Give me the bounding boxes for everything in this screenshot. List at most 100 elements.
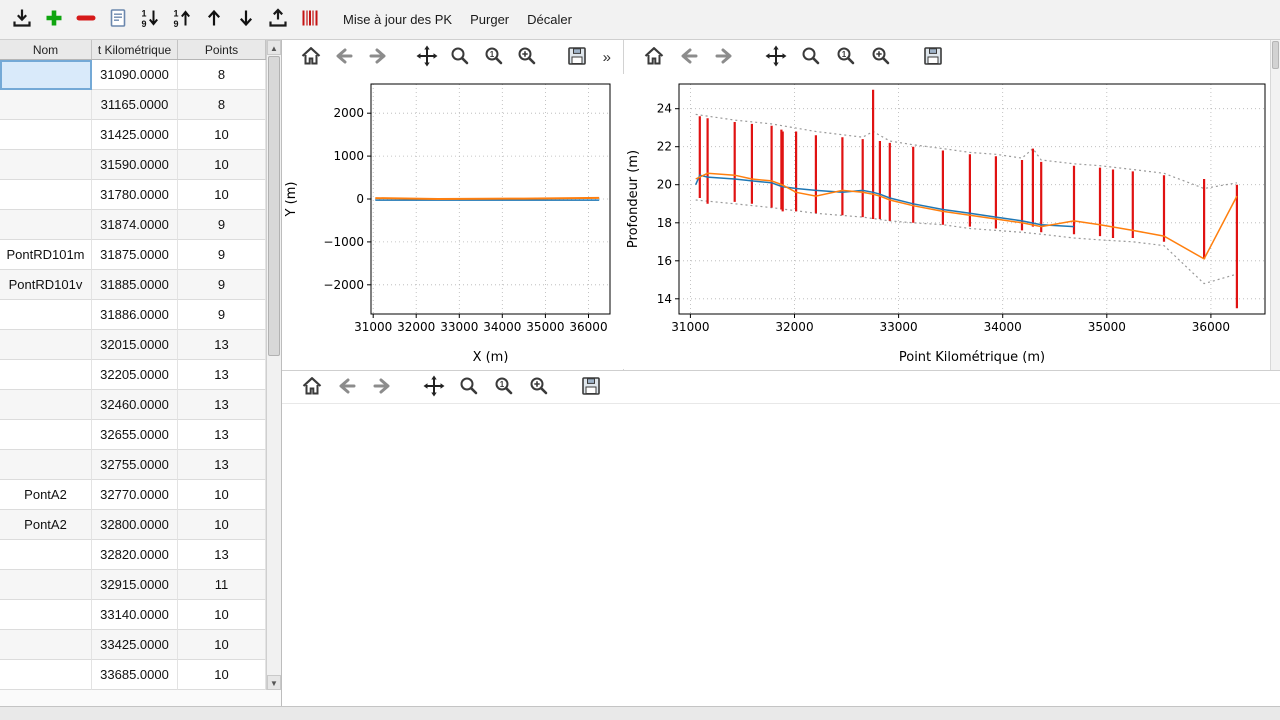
scrollbar-thumb[interactable] <box>268 56 280 356</box>
points-cell[interactable]: 10 <box>178 510 266 540</box>
nom-cell[interactable] <box>0 570 92 600</box>
points-cell[interactable]: 10 <box>178 180 266 210</box>
home-button[interactable] <box>298 373 326 401</box>
export-button[interactable] <box>262 4 294 36</box>
sort-ascending-button[interactable]: 19 <box>166 4 198 36</box>
scroll-up-icon[interactable]: ▲ <box>267 40 281 55</box>
table-row[interactable]: 31090.00008 <box>0 60 266 90</box>
forward-button[interactable] <box>364 43 390 71</box>
zoom-original-button[interactable]: 1 <box>490 373 518 401</box>
move-down-button[interactable] <box>230 4 262 36</box>
back-button[interactable] <box>331 43 357 71</box>
pk-cell[interactable]: 31165.0000 <box>92 90 178 120</box>
points-cell[interactable]: 9 <box>178 270 266 300</box>
table-row[interactable]: 31780.000010 <box>0 180 266 210</box>
zoom-original-button[interactable]: 1 <box>832 43 860 71</box>
table-row[interactable]: 31874.00009 <box>0 210 266 240</box>
decaler-button[interactable]: Décaler <box>518 7 581 32</box>
table-row[interactable]: 31425.000010 <box>0 120 266 150</box>
table-row[interactable]: PontRD101m31875.00009 <box>0 240 266 270</box>
zoom-rect-button[interactable] <box>514 43 540 71</box>
pk-cell[interactable]: 32755.0000 <box>92 450 178 480</box>
nom-cell[interactable] <box>0 660 92 690</box>
pk-cell[interactable]: 31874.0000 <box>92 210 178 240</box>
points-cell[interactable]: 10 <box>178 600 266 630</box>
points-cell[interactable]: 10 <box>178 120 266 150</box>
home-button[interactable] <box>640 43 668 71</box>
nom-cell[interactable] <box>0 300 92 330</box>
save-button[interactable] <box>577 373 605 401</box>
forward-button[interactable] <box>368 373 396 401</box>
pk-cell[interactable]: 31425.0000 <box>92 120 178 150</box>
table-row[interactable]: 32915.000011 <box>0 570 266 600</box>
nom-cell[interactable] <box>0 120 92 150</box>
table-row[interactable]: PontRD101v31885.00009 <box>0 270 266 300</box>
table-row[interactable]: 31165.00008 <box>0 90 266 120</box>
nom-cell[interactable] <box>0 450 92 480</box>
points-cell[interactable]: 10 <box>178 630 266 660</box>
column-header-point-kilometrique[interactable]: t Kilométrique <box>92 40 178 59</box>
scrollbar-track[interactable] <box>267 55 281 675</box>
pk-cell[interactable]: 31875.0000 <box>92 240 178 270</box>
zoom-button[interactable] <box>797 43 825 71</box>
nom-cell[interactable] <box>0 90 92 120</box>
pk-cell[interactable]: 32205.0000 <box>92 360 178 390</box>
pk-cell[interactable]: 32655.0000 <box>92 420 178 450</box>
points-cell[interactable]: 13 <box>178 420 266 450</box>
points-cell[interactable]: 9 <box>178 300 266 330</box>
points-cell[interactable]: 13 <box>178 540 266 570</box>
selected-cell[interactable] <box>0 60 92 90</box>
nom-cell[interactable]: PontRD101v <box>0 270 92 300</box>
nom-cell[interactable] <box>0 420 92 450</box>
points-cell[interactable]: 10 <box>178 150 266 180</box>
points-cell[interactable]: 9 <box>178 240 266 270</box>
plots-scrollbar-thumb[interactable] <box>1272 41 1279 69</box>
nom-cell[interactable]: PontA2 <box>0 510 92 540</box>
table-row[interactable]: 32655.000013 <box>0 420 266 450</box>
nom-cell[interactable]: PontRD101m <box>0 240 92 270</box>
purger-button[interactable]: Purger <box>461 7 518 32</box>
zoom-original-button[interactable]: 1 <box>481 43 507 71</box>
zoom-rect-button[interactable] <box>867 43 895 71</box>
pk-cell[interactable]: 33685.0000 <box>92 660 178 690</box>
table-row[interactable]: 32460.000013 <box>0 390 266 420</box>
table-row[interactable]: 33140.000010 <box>0 600 266 630</box>
back-button[interactable] <box>333 373 361 401</box>
profile-chart[interactable]: 3100032000330003400035000360001416182022… <box>624 74 1270 369</box>
pk-cell[interactable]: 31590.0000 <box>92 150 178 180</box>
nom-cell[interactable] <box>0 150 92 180</box>
nom-cell[interactable] <box>0 210 92 240</box>
pk-cell[interactable]: 32460.0000 <box>92 390 178 420</box>
table-row[interactable]: 32205.000013 <box>0 360 266 390</box>
add-button[interactable] <box>38 4 70 36</box>
nom-cell[interactable] <box>0 330 92 360</box>
pk-cell[interactable]: 32770.0000 <box>92 480 178 510</box>
table-row[interactable]: 31590.000010 <box>0 150 266 180</box>
points-cell[interactable]: 8 <box>178 60 266 90</box>
table-row[interactable]: 33425.000010 <box>0 630 266 660</box>
zoom-button[interactable] <box>455 373 483 401</box>
scroll-down-icon[interactable]: ▼ <box>267 675 281 690</box>
pk-cell[interactable]: 32915.0000 <box>92 570 178 600</box>
pan-button[interactable] <box>420 373 448 401</box>
home-button[interactable] <box>298 43 324 71</box>
pk-cell[interactable]: 31886.0000 <box>92 300 178 330</box>
nom-cell[interactable] <box>0 540 92 570</box>
points-cell[interactable]: 13 <box>178 360 266 390</box>
table-row[interactable]: 33685.000010 <box>0 660 266 690</box>
table-row[interactable]: PontA232800.000010 <box>0 510 266 540</box>
points-cell[interactable]: 13 <box>178 450 266 480</box>
save-button[interactable] <box>919 43 947 71</box>
pk-cell[interactable]: 33425.0000 <box>92 630 178 660</box>
table-row[interactable]: 32820.000013 <box>0 540 266 570</box>
profiles-button[interactable] <box>294 4 326 36</box>
pk-cell[interactable]: 31885.0000 <box>92 270 178 300</box>
points-cell[interactable]: 11 <box>178 570 266 600</box>
mise-a-jour-pk-button[interactable]: Mise à jour des PK <box>334 7 461 32</box>
plots-scrollbar[interactable] <box>1270 40 1280 370</box>
pk-cell[interactable]: 31090.0000 <box>92 60 178 90</box>
nom-cell[interactable] <box>0 360 92 390</box>
pk-cell[interactable]: 32015.0000 <box>92 330 178 360</box>
pan-button[interactable] <box>762 43 790 71</box>
nom-cell[interactable] <box>0 630 92 660</box>
